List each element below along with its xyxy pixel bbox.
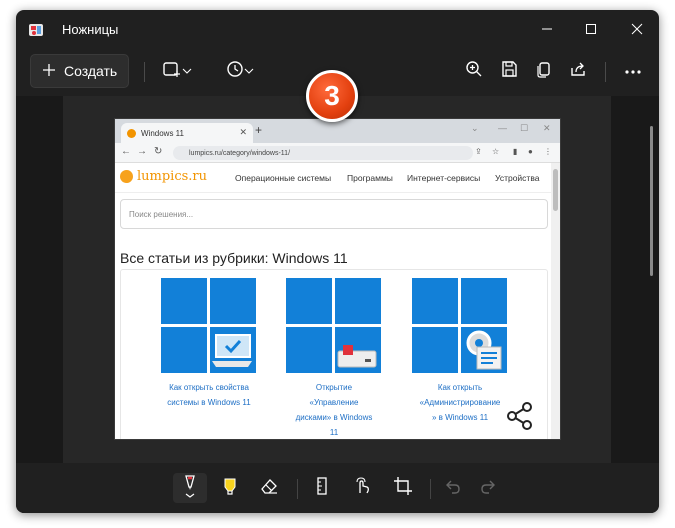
redo-icon: [478, 476, 498, 501]
site-header: lumpics.ru Операционные системы Программ…: [115, 163, 552, 193]
article-title-link: Как открыть «Администрирование » в Windo…: [419, 383, 501, 422]
admin-tools-icon: [466, 330, 502, 370]
ruler-icon: [315, 476, 329, 501]
ruler-button[interactable]: [305, 473, 339, 503]
browser-address-bar: ← → ↻ lumpics.ru/category/windows-11/ ⇪ …: [115, 143, 560, 163]
ballpoint-pen-button[interactable]: [173, 473, 207, 503]
browser-minimize-icon: —: [498, 123, 507, 133]
share-icon: [570, 60, 588, 83]
touch-hand-icon: [353, 476, 373, 501]
article-title-link: Как открыть свойства системы в Windows 1…: [167, 383, 251, 407]
undo-button[interactable]: [436, 473, 470, 503]
computer-check-icon: [212, 334, 252, 367]
forward-arrow-icon: →: [137, 146, 147, 157]
new-tab-icon: +: [255, 123, 263, 137]
article-cards: Как открыть свойства системы в Windows 1…: [120, 269, 548, 439]
favicon-icon: [127, 128, 136, 138]
more-options-button[interactable]: [619, 57, 647, 85]
article-thumbnail: [412, 278, 507, 373]
minimize-button[interactable]: [533, 18, 561, 44]
rectangle-snip-icon: [162, 60, 182, 83]
captured-screenshot: Windows 11 ✕ + ⌄ — ☐ ✕ ← → ↻ lumpics.ru/…: [114, 118, 561, 440]
back-arrow-icon: ←: [121, 146, 131, 157]
touch-writing-button[interactable]: [346, 473, 380, 503]
site-nav-item: Устройства: [495, 173, 540, 183]
undo-icon: [443, 476, 463, 501]
new-snip-button[interactable]: Создать: [30, 54, 129, 88]
title-bar: Ножницы: [16, 10, 659, 50]
site-nav-item: Программы: [347, 173, 393, 183]
logo-text: lumpics.ru: [137, 169, 208, 184]
close-icon: [631, 22, 643, 40]
share-page-icon: ⇪: [475, 147, 482, 156]
browser-chevron-icon: ⌄: [471, 123, 479, 133]
highlighter-button[interactable]: [213, 473, 247, 503]
article-title-link: Открытие «Управление дисками» в Windows …: [295, 383, 373, 437]
chevron-down-icon: [244, 62, 254, 80]
tab-close-icon: ✕: [239, 127, 247, 137]
section-heading: Все статьи из рубрики: Windows 11: [120, 250, 348, 266]
step-number-badge: 3: [306, 70, 358, 122]
save-icon: [500, 60, 518, 83]
crop-icon: [393, 476, 413, 501]
browser-tab-title: Windows 11: [141, 128, 184, 138]
share-network-icon: [507, 402, 533, 435]
copy-button[interactable]: [530, 57, 558, 85]
browser-menu-icon: ⋮: [544, 147, 552, 156]
markup-toolbar: [16, 463, 659, 513]
chevron-down-icon: [182, 62, 192, 80]
more-icon: [624, 62, 642, 80]
pen-icon: [179, 473, 201, 504]
sidebar-icon: ▮: [513, 147, 518, 156]
site-search-placeholder: Поиск решения...: [129, 209, 194, 219]
reload-icon: ↻: [154, 146, 163, 157]
toolbar-divider: [144, 62, 145, 82]
url-field: lumpics.ru/category/windows-11/: [173, 146, 473, 160]
site-nav-item: Интернет-сервисы: [407, 173, 481, 183]
bookmark-star-icon: ☆: [492, 147, 500, 156]
page-scrollbar: [551, 163, 560, 439]
disk-drive-icon: [337, 345, 377, 368]
maximize-button[interactable]: [577, 18, 605, 44]
delay-dropdown[interactable]: [219, 57, 261, 85]
zoom-in-icon: [465, 60, 483, 83]
site-nav-item: Операционные системы: [235, 173, 332, 183]
toolbar-divider: [430, 479, 431, 499]
vertical-scrollbar[interactable]: [650, 126, 653, 276]
redo-button[interactable]: [471, 473, 505, 503]
plus-icon: [42, 63, 56, 80]
browser-tab: Windows 11 ✕: [121, 123, 253, 143]
eraser-button[interactable]: [252, 473, 286, 503]
site-search-box: Поиск решения...: [120, 199, 548, 229]
highlighter-icon: [220, 476, 240, 501]
zoom-button[interactable]: [460, 57, 488, 85]
logo-icon: [120, 170, 133, 183]
scissors-app-icon: [28, 22, 46, 38]
share-button[interactable]: [565, 57, 593, 85]
profile-icon: ●: [528, 147, 533, 156]
save-button[interactable]: [495, 57, 523, 85]
site-logo: lumpics.ru: [120, 169, 207, 184]
clock-icon: [226, 60, 244, 83]
close-button[interactable]: [623, 18, 651, 44]
browser-close-icon: ✕: [543, 123, 551, 133]
article-thumbnail: [286, 278, 381, 373]
toolbar-divider: [605, 62, 606, 82]
article-thumbnail: [161, 278, 256, 373]
new-snip-label: Создать: [64, 63, 118, 79]
maximize-icon: [585, 22, 597, 40]
window-title: Ножницы: [62, 22, 119, 37]
url-text: lumpics.ru/category/windows-11/: [189, 149, 291, 157]
minimize-icon: [541, 22, 553, 40]
browser-tab-strip: Windows 11 ✕ + ⌄ — ☐ ✕: [115, 119, 560, 143]
crop-button[interactable]: [386, 473, 420, 503]
browser-maximize-icon: ☐: [520, 123, 529, 133]
toolbar-divider: [297, 479, 298, 499]
eraser-icon: [259, 477, 279, 500]
snip-mode-dropdown[interactable]: [156, 57, 198, 85]
copy-icon: [535, 60, 553, 83]
